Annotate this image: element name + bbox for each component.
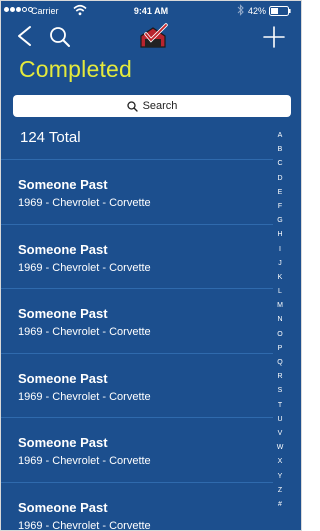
list-item[interactable]: Someone Past 1969 - Chevrolet - Corvette	[1, 288, 273, 353]
list-item-vehicle: 1969 - Chevrolet - Corvette	[18, 455, 151, 467]
index-letter[interactable]: Y	[278, 470, 283, 484]
list-item-vehicle: 1969 - Chevrolet - Corvette	[18, 390, 151, 403]
app-screen: Carrier 9:41 AM 42% Completed Search 124…	[0, 0, 302, 531]
total-count: 124 Total	[20, 129, 81, 146]
battery-percentage: 42%	[248, 6, 267, 16]
index-letter[interactable]: W	[277, 441, 284, 455]
list-item-name: Someone Past	[18, 370, 108, 386]
index-letter[interactable]: Z	[278, 484, 282, 498]
index-letter[interactable]: I	[279, 243, 281, 257]
list-item-name: Someone Past	[18, 499, 108, 515]
index-letter[interactable]: Q	[277, 356, 282, 370]
search-field-icon	[126, 100, 138, 112]
list-item-name: Someone Past	[18, 177, 108, 192]
list-item-name: Someone Past	[18, 435, 108, 450]
search-placeholder: Search	[142, 100, 178, 112]
list-item[interactable]: Someone Past 1969 - Chevrolet - Corvette	[1, 352, 273, 418]
list-item-vehicle: 1969 - Chevrolet - Corvette	[18, 261, 151, 274]
list-item[interactable]: Someone Past 1969 - Chevrolet - Corvette	[1, 417, 273, 482]
status-bar: Carrier 9:41 AM 42%	[1, 1, 301, 21]
list-item[interactable]: Someone Past 1969 - Chevrolet - Corvette	[1, 223, 273, 289]
completed-list: Someone Past 1969 - Chevrolet - Corvette…	[1, 159, 273, 531]
search-icon[interactable]	[49, 26, 71, 48]
index-letter[interactable]: J	[278, 257, 282, 271]
index-letter[interactable]: A	[278, 129, 283, 143]
index-letter[interactable]: H	[277, 228, 282, 242]
index-letter[interactable]: S	[278, 384, 283, 398]
back-icon[interactable]	[15, 25, 33, 47]
index-letter[interactable]: X	[278, 455, 283, 469]
list-item-vehicle: 1969 - Chevrolet - Corvette	[18, 326, 151, 338]
list-item-name: Someone Past	[18, 241, 108, 257]
index-letter[interactable]: F	[278, 200, 282, 214]
index-letter[interactable]: #	[278, 498, 282, 512]
index-letter[interactable]: T	[278, 399, 282, 413]
index-letter[interactable]: B	[278, 143, 283, 157]
index-letter[interactable]: M	[277, 299, 283, 313]
add-icon[interactable]	[263, 26, 285, 48]
index-letter[interactable]: N	[277, 313, 282, 327]
alphabet-index[interactable]: A B C D E F G H I J K L M N O P Q R S T U V W X Y Z #	[273, 129, 287, 512]
list-item-vehicle: 1969 - Chevrolet - Corvette	[18, 197, 151, 209]
index-letter[interactable]: V	[278, 427, 283, 441]
search-input[interactable]: Search	[13, 95, 291, 117]
index-letter[interactable]: L	[278, 285, 282, 299]
list-item-vehicle: 1969 - Chevrolet - Corvette	[18, 519, 151, 531]
app-logo-icon	[140, 23, 168, 48]
list-item-name: Someone Past	[18, 306, 108, 321]
list-item[interactable]: Someone Past 1969 - Chevrolet - Corvette	[1, 159, 273, 224]
index-letter[interactable]: U	[277, 413, 282, 427]
index-letter[interactable]: C	[277, 157, 282, 171]
index-letter[interactable]: E	[278, 186, 283, 200]
index-letter[interactable]: K	[278, 271, 283, 285]
index-letter[interactable]: D	[277, 172, 282, 186]
index-letter[interactable]: O	[277, 328, 282, 342]
battery-icon	[269, 6, 291, 16]
page-title: Completed	[19, 56, 133, 82]
index-letter[interactable]: R	[277, 370, 282, 384]
bluetooth-icon	[237, 4, 244, 16]
index-letter[interactable]: P	[278, 342, 283, 356]
list-item[interactable]: Someone Past 1969 - Chevrolet - Corvette	[1, 481, 273, 531]
index-letter[interactable]: G	[277, 214, 282, 228]
